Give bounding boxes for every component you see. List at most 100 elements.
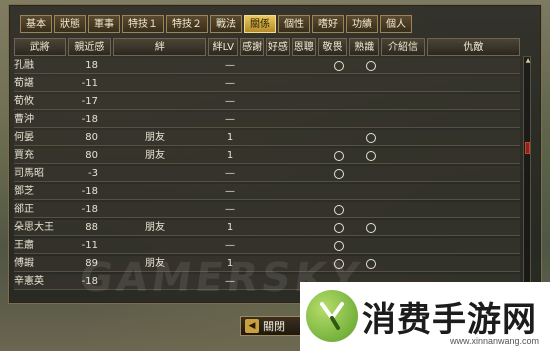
officer-name: 王肅 xyxy=(14,240,34,251)
bond-type xyxy=(132,202,178,218)
affinity-value: -18 xyxy=(81,204,98,215)
bond-type: 朋友 xyxy=(145,222,165,233)
tab-6[interactable]: 關係 xyxy=(244,15,276,33)
scrollbar[interactable]: ▲ ▼ xyxy=(523,56,531,296)
officer-name: 司馬昭 xyxy=(14,168,44,179)
table-row[interactable]: 王肅 -11 — xyxy=(14,238,520,254)
bond-type xyxy=(132,58,178,74)
affinity-value: -18 xyxy=(81,186,98,197)
promo-banner: 消费手游网 www.xinnanwang.com xyxy=(300,282,550,351)
bond-level: — xyxy=(225,60,235,71)
officer-name: 曹沖 xyxy=(14,114,34,125)
respect-circle-icon xyxy=(334,169,344,179)
table-row[interactable]: 曹沖 -18 — xyxy=(14,112,520,128)
bond-level: 1 xyxy=(226,150,234,161)
officer-name: 傅嘏 xyxy=(14,258,34,269)
familiar-circle-icon xyxy=(366,61,376,71)
tab-1[interactable]: 狀態 xyxy=(54,15,86,33)
table-row[interactable]: 朵思大王 88 朋友 1 xyxy=(14,220,520,236)
officer-name: 辛憲英 xyxy=(14,276,44,287)
familiar-circle-icon xyxy=(366,133,376,143)
brand-logo-icon xyxy=(306,290,358,342)
officer-name: 荀諶 xyxy=(14,78,34,89)
scroll-thumb[interactable] xyxy=(525,142,530,154)
affinity-value: -18 xyxy=(81,114,98,125)
table-row[interactable]: 荀諶 -11 — xyxy=(14,76,520,92)
familiar-circle-icon xyxy=(366,151,376,161)
column-header-6[interactable]: 恩聰 xyxy=(291,38,316,56)
promo-title: 消费手游网 xyxy=(362,300,537,340)
officer-name: 鄧芝 xyxy=(14,186,34,197)
table-header: 武將 親近感絆絆LV 感謝 好感 恩聰 敬畏 熟識 介紹信 仇敵 xyxy=(14,38,521,56)
affinity-value: 18 xyxy=(85,60,98,71)
tab-2[interactable]: 軍事 xyxy=(88,15,120,33)
tab-3[interactable]: 特技１ xyxy=(122,15,164,33)
bond-type xyxy=(132,238,178,254)
officer-name: 孔融 xyxy=(14,60,34,71)
bond-level: — xyxy=(225,240,235,251)
affinity-value: 80 xyxy=(85,150,98,161)
bond-level: 1 xyxy=(226,222,234,233)
table-row[interactable]: 何晏 80 朋友 1 xyxy=(14,130,520,146)
bond-type xyxy=(132,166,178,182)
tab-7[interactable]: 個性 xyxy=(278,15,310,33)
respect-circle-icon xyxy=(334,151,344,161)
table-row[interactable]: 孔融 18 — xyxy=(14,58,520,74)
table-row[interactable]: 賈充 80 朋友 1 xyxy=(14,148,520,164)
bond-type xyxy=(132,184,178,200)
bond-level: — xyxy=(225,204,235,215)
affinity-value: -3 xyxy=(88,168,98,179)
column-header-2[interactable]: 絆 xyxy=(113,38,207,56)
scroll-up-icon[interactable]: ▲ xyxy=(524,57,532,65)
tab-10[interactable]: 個人 xyxy=(380,15,412,33)
tab-9[interactable]: 功績 xyxy=(346,15,378,33)
respect-circle-icon xyxy=(334,61,344,71)
column-header-8[interactable]: 熟識 xyxy=(349,38,380,56)
officer-name: 何晏 xyxy=(14,132,34,143)
bond-type xyxy=(132,94,178,110)
respect-circle-icon xyxy=(334,223,344,233)
column-header-7[interactable]: 敬畏 xyxy=(317,38,348,56)
affinity-value: -11 xyxy=(81,78,98,89)
officer-name: 荀攸 xyxy=(14,96,34,107)
tab-0[interactable]: 基本 xyxy=(20,15,52,33)
column-header-1[interactable]: 親近感 xyxy=(67,38,112,56)
column-header-10[interactable]: 仇敵 xyxy=(426,38,521,56)
column-header-0[interactable]: 武將 xyxy=(14,38,66,56)
column-header-9[interactable]: 介紹信 xyxy=(381,38,425,56)
affinity-value: -11 xyxy=(81,240,98,251)
tab-8[interactable]: 嗜好 xyxy=(312,15,344,33)
officer-name: 朵思大王 xyxy=(14,222,54,233)
table-row[interactable]: 郤正 -18 — xyxy=(14,202,520,218)
bond-level: — xyxy=(225,96,235,107)
affinity-value: 88 xyxy=(85,222,98,233)
affinity-value: 80 xyxy=(85,132,98,143)
table-row[interactable]: 荀攸 -17 — xyxy=(14,94,520,110)
table-row[interactable]: 司馬昭 -3 — xyxy=(14,166,520,182)
respect-circle-icon xyxy=(334,241,344,251)
bond-level: 1 xyxy=(226,132,234,143)
column-header-5[interactable]: 好感 xyxy=(266,38,290,56)
column-header-3[interactable]: 絆LV xyxy=(208,38,239,56)
back-arrow-icon: ◀ xyxy=(245,319,259,333)
close-label: 關閉 xyxy=(263,320,285,333)
tab-4[interactable]: 特技２ xyxy=(166,15,208,33)
respect-circle-icon xyxy=(334,205,344,215)
familiar-circle-icon xyxy=(366,223,376,233)
tab-bar: 基本 狀態 軍事 特技１ 特技２ 戰法 關係 個性 嗜好 功績 個人 xyxy=(20,15,412,33)
affinity-value: -17 xyxy=(81,96,98,107)
bond-level: — xyxy=(225,168,235,179)
tab-5[interactable]: 戰法 xyxy=(210,15,242,33)
bond-level: — xyxy=(225,114,235,125)
officer-name: 郤正 xyxy=(14,204,34,215)
familiar-circle-icon xyxy=(366,259,376,269)
bond-type xyxy=(132,112,178,128)
bond-type xyxy=(132,76,178,92)
bond-type: 朋友 xyxy=(145,150,165,161)
table-row[interactable]: 鄧芝 -18 — xyxy=(14,184,520,200)
officer-name: 賈充 xyxy=(14,150,34,161)
bond-level: — xyxy=(225,186,235,197)
bond-level: — xyxy=(225,78,235,89)
column-header-4[interactable]: 感謝 xyxy=(240,38,265,56)
bond-type: 朋友 xyxy=(145,132,165,143)
